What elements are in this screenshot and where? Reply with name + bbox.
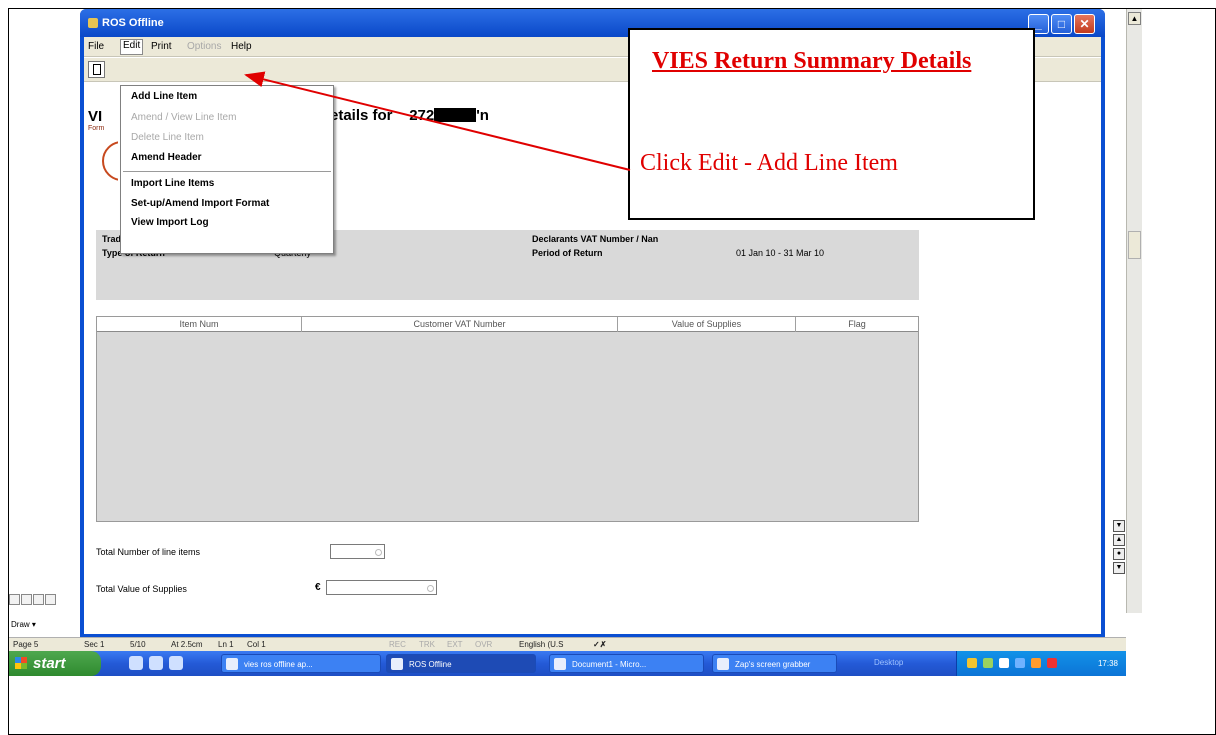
callout-arrow [244,71,631,171]
